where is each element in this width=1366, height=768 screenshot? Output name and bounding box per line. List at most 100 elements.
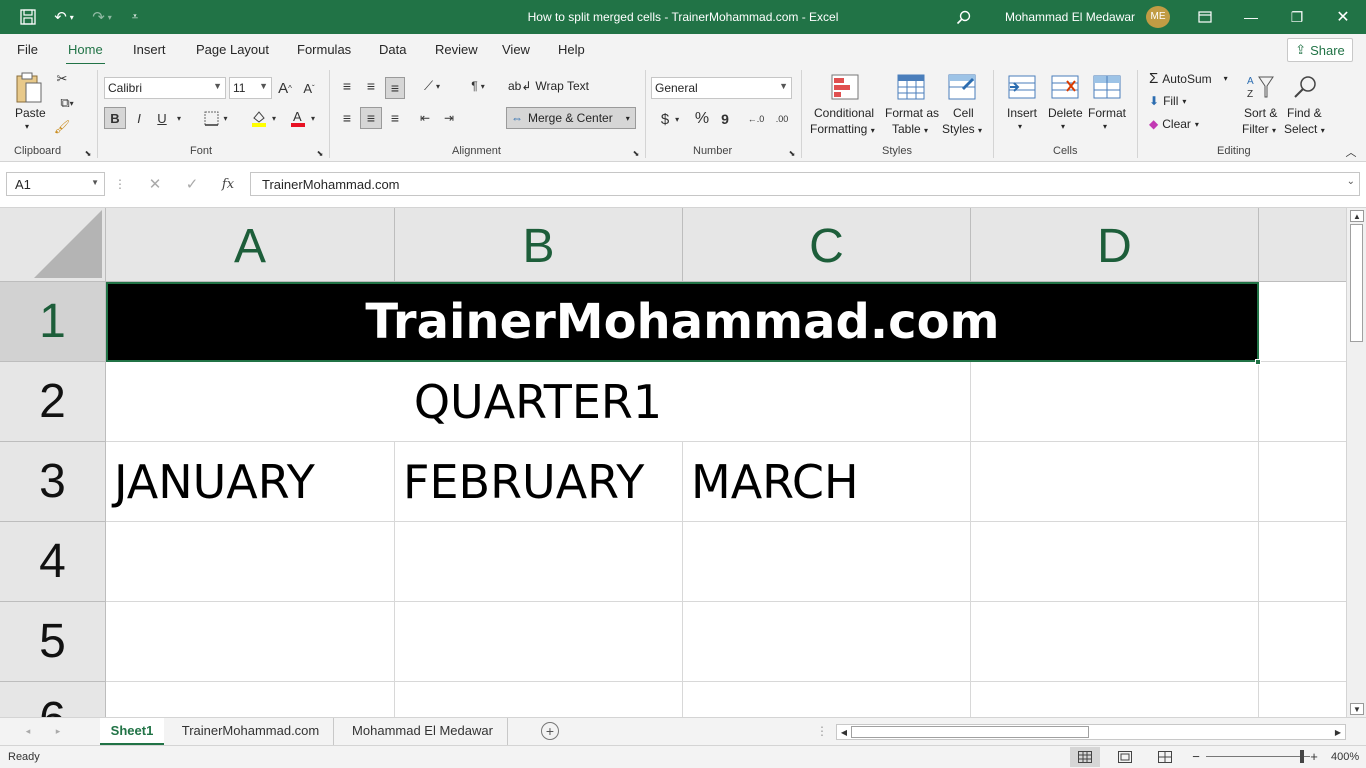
comma-style-button[interactable]: 9 <box>717 109 733 129</box>
expand-formula-bar-icon[interactable]: ⌄ <box>1347 176 1355 187</box>
customize-quick-access-icon[interactable]: ⩡ <box>126 0 144 34</box>
paste-dropdown-icon[interactable]: ▾ <box>25 122 29 131</box>
clipboard-launcher-icon[interactable]: ⬊ <box>83 148 93 158</box>
tab-insert[interactable]: Insert <box>133 42 166 57</box>
search-icon[interactable] <box>950 0 976 34</box>
bold-button[interactable]: B <box>104 107 126 129</box>
row-header-4[interactable]: 4 <box>0 522 106 602</box>
cell-c3[interactable]: MARCH <box>683 442 971 522</box>
restore-icon[interactable]: ❐ <box>1274 0 1320 34</box>
number-launcher-icon[interactable]: ⬊ <box>787 148 797 158</box>
copy-icon[interactable]: ⧉ ▾ <box>52 94 82 112</box>
cell-a3[interactable]: JANUARY <box>106 442 395 522</box>
cell-c5[interactable] <box>683 602 971 682</box>
new-sheet-icon[interactable]: + <box>541 722 559 740</box>
row-header-5[interactable]: 5 <box>0 602 106 682</box>
wrap-text-button[interactable]: ab↲ Wrap Text <box>508 79 589 93</box>
save-icon[interactable] <box>14 0 42 34</box>
tab-review[interactable]: Review <box>435 42 478 57</box>
increase-font-size-icon[interactable]: A ^ <box>276 77 294 99</box>
cell-d4[interactable] <box>971 522 1259 602</box>
borders-icon[interactable]: ▾ <box>199 107 233 129</box>
cell-d6[interactable] <box>971 682 1259 717</box>
cell-a6[interactable] <box>106 682 395 717</box>
increase-decimal-icon[interactable]: ←.0 <box>745 109 767 129</box>
zoom-slider[interactable] <box>1206 756 1310 757</box>
merge-dropdown-icon[interactable]: ▾ <box>626 114 630 123</box>
redo-icon[interactable]: ↷ ▾ <box>86 0 118 34</box>
cancel-icon[interactable]: ✕ <box>143 174 167 194</box>
align-center-icon[interactable]: ≡ <box>360 107 382 129</box>
bottom-align-icon[interactable]: ≡ <box>385 77 405 99</box>
cell-d2[interactable] <box>971 362 1259 442</box>
text-direction-icon[interactable]: ¶ ▾ <box>462 77 494 95</box>
previous-sheet-icon[interactable]: ◂ <box>22 724 34 738</box>
row-header-3[interactable]: 3 <box>0 442 106 522</box>
cell-e2[interactable] <box>1259 362 1346 442</box>
paste-label[interactable]: Paste <box>15 106 46 120</box>
cell-e5[interactable] <box>1259 602 1346 682</box>
cell-e4[interactable] <box>1259 522 1346 602</box>
sheet-tab-mohammad-el-medawar[interactable]: Mohammad El Medawar <box>338 718 508 745</box>
ribbon-display-options-icon[interactable] <box>1182 0 1228 34</box>
percent-style-button[interactable]: % <box>692 109 712 129</box>
tab-data[interactable]: Data <box>379 42 406 57</box>
merged-cell-a1-d1[interactable]: TrainerMohammad.com <box>106 282 1259 362</box>
merge-center-button[interactable]: ⇔ Merge & Center ▾ <box>506 107 636 129</box>
zoom-slider-thumb[interactable] <box>1300 750 1304 763</box>
underline-button[interactable]: U <box>153 107 171 129</box>
column-header-e[interactable] <box>1259 208 1346 282</box>
page-break-preview-icon[interactable] <box>1150 747 1180 767</box>
increase-indent-icon[interactable]: ⇥ <box>440 109 458 127</box>
cell-b5[interactable] <box>395 602 683 682</box>
scroll-up-icon[interactable]: ▲ <box>1350 210 1364 222</box>
cut-icon[interactable]: ✂ <box>54 70 70 88</box>
sheet-tab-trainermohammad[interactable]: TrainerMohammad.com <box>168 718 334 745</box>
zoom-out-button[interactable]: − <box>1190 749 1202 764</box>
zoom-in-button[interactable]: + <box>1308 749 1320 764</box>
vertical-scroll-thumb[interactable] <box>1350 224 1363 342</box>
underline-dropdown-icon[interactable]: ▾ <box>174 107 184 129</box>
cell-b3[interactable]: FEBRUARY <box>395 442 683 522</box>
cell-b4[interactable] <box>395 522 683 602</box>
name-box[interactable]: A1 ▼ <box>6 172 105 196</box>
font-size-select[interactable]: 11 ▼ <box>229 77 272 99</box>
cell-a4[interactable] <box>106 522 395 602</box>
fill-handle[interactable] <box>1255 359 1261 365</box>
column-header-c[interactable]: C <box>683 208 971 282</box>
accounting-format-icon[interactable]: $ ▾ <box>655 109 685 129</box>
fill-button[interactable]: ⬇ Fill ▾ <box>1149 94 1186 108</box>
row-header-1[interactable]: 1 <box>0 282 106 362</box>
cell-d5[interactable] <box>971 602 1259 682</box>
scroll-left-icon[interactable]: ◀ <box>837 725 851 739</box>
row-header-6[interactable]: 6 <box>0 682 106 717</box>
tab-formulas[interactable]: Formulas <box>297 42 351 57</box>
tab-home[interactable]: Home <box>66 42 105 66</box>
cell-c6[interactable] <box>683 682 971 717</box>
autosum-button[interactable]: Σ AutoSum ▾ <box>1149 70 1228 87</box>
clear-button[interactable]: ◆ Clear ▾ <box>1149 117 1199 131</box>
top-align-icon[interactable]: ≡ <box>338 77 356 95</box>
font-launcher-icon[interactable]: ⬊ <box>315 148 325 158</box>
enter-icon[interactable]: ✓ <box>180 174 204 194</box>
scroll-right-icon[interactable]: ▶ <box>1331 725 1345 739</box>
horizontal-scroll-thumb[interactable] <box>851 726 1089 738</box>
row-header-2[interactable]: 2 <box>0 362 106 442</box>
page-layout-view-icon[interactable] <box>1110 747 1140 767</box>
tab-page-layout[interactable]: Page Layout <box>196 42 269 57</box>
fill-color-icon[interactable]: ▾ <box>246 107 280 129</box>
collapse-ribbon-icon[interactable]: ︿ <box>1343 146 1359 159</box>
zoom-level[interactable]: 400% <box>1331 751 1359 763</box>
align-right-icon[interactable]: ≡ <box>386 109 404 127</box>
tab-split-icon[interactable]: ⋮ <box>816 724 828 738</box>
number-format-select[interactable]: General ▼ <box>651 77 792 99</box>
cell-a5[interactable] <box>106 602 395 682</box>
cell-b6[interactable] <box>395 682 683 717</box>
cell-d3[interactable] <box>971 442 1259 522</box>
middle-align-icon[interactable]: ≡ <box>362 77 380 95</box>
undo-icon[interactable]: ↶ ▾ <box>48 0 80 34</box>
horizontal-scrollbar[interactable]: ◀ ▶ <box>836 724 1346 740</box>
sheet-tab-sheet1[interactable]: Sheet1 <box>100 718 164 745</box>
scroll-down-icon[interactable]: ▼ <box>1350 703 1364 715</box>
paste-icon[interactable] <box>12 70 46 106</box>
